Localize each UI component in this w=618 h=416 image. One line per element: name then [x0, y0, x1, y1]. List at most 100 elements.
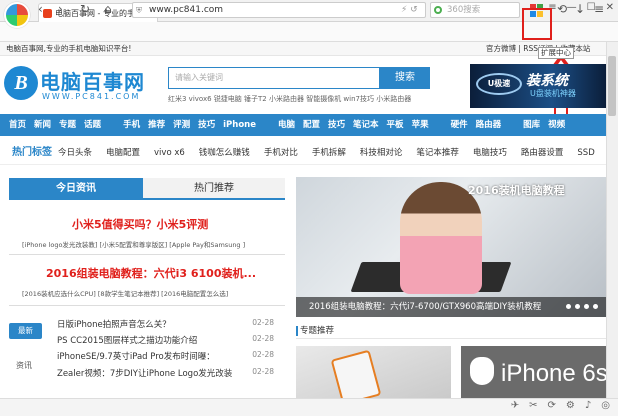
- status-settings-icon[interactable]: ⚙: [566, 400, 575, 411]
- section-title-topics: 专题推荐: [296, 325, 606, 339]
- banner-logo: U极速: [476, 73, 522, 95]
- hot-tag[interactable]: 钱咖怎么赚钱: [199, 148, 250, 158]
- carousel-dot[interactable]: [584, 304, 589, 309]
- status-pin-icon[interactable]: ✈: [511, 400, 519, 411]
- status-zoom-icon[interactable]: ◎: [601, 400, 610, 411]
- banner-subtitle: U盘装机神器: [530, 89, 576, 98]
- nav-item[interactable]: 专题: [59, 114, 76, 136]
- tab-hot-recommend[interactable]: 热门推荐: [143, 178, 285, 198]
- hot-tag[interactable]: 手机拆解: [312, 148, 346, 158]
- nav-item[interactable]: 手机: [123, 114, 140, 136]
- nav-item[interactable]: 苹果: [412, 114, 429, 136]
- phone-shape: [330, 349, 382, 406]
- nav-item[interactable]: 图库: [523, 114, 540, 136]
- news-category-label: 资讯: [16, 361, 32, 370]
- latest-badge: 最新: [9, 323, 42, 339]
- site-logo-icon[interactable]: B: [4, 66, 38, 100]
- browser-search-box[interactable]: 360搜索: [430, 2, 520, 18]
- back-icon[interactable]: ‹: [38, 2, 43, 16]
- favicon-icon: [43, 8, 52, 18]
- close-icon[interactable]: ✕: [606, 2, 614, 13]
- list-item[interactable]: PS CC2015图层样式之描边功能介绍 02-28: [57, 334, 274, 346]
- browser-menu-icon[interactable]: ≡: [594, 2, 604, 16]
- news-title: PS CC2015图层样式之描边功能介绍: [57, 336, 198, 346]
- status-sync-icon[interactable]: ⟳: [548, 400, 556, 411]
- nav-item[interactable]: 话题: [84, 114, 101, 136]
- reload-icon[interactable]: ↻: [80, 2, 90, 16]
- hot-tag[interactable]: 手机对比: [264, 148, 298, 158]
- news-title: 日版iPhone拍照声音怎么关？: [57, 320, 171, 330]
- photo-person-shape: [400, 182, 482, 294]
- status-volume-icon[interactable]: ♪: [585, 400, 591, 411]
- site-main-nav: 首页 新闻 专题 话题 手机 推荐 评测 技巧 iPhone 电脑 配置 技巧 笔记本 平板 苹果 硬件 路由器…: [0, 114, 606, 136]
- annotation-highlight-box: [522, 8, 552, 40]
- nav-item[interactable]: 评测: [173, 114, 190, 136]
- scrollbar-thumb[interactable]: [608, 56, 616, 116]
- tab-today-news[interactable]: 今日资讯: [9, 178, 143, 198]
- divider: [9, 254, 285, 255]
- hot-tag[interactable]: SSD: [577, 148, 594, 158]
- list-item[interactable]: Zealer视频：7步DIY让iPhone Logo发光改装 02-28: [57, 367, 274, 379]
- news-date: 02-28: [252, 318, 274, 327]
- nav-item[interactable]: 平板: [387, 114, 404, 136]
- nav-item[interactable]: iPhone: [223, 114, 256, 136]
- carousel-dot[interactable]: [593, 304, 598, 309]
- address-text: www.pc841.com: [149, 5, 224, 15]
- status-icons: ✈ ✂ ⟳ ⚙ ♪ ◎: [511, 400, 610, 411]
- hot-tag[interactable]: 笔记本推荐: [416, 148, 459, 158]
- apple-logo-icon: [470, 357, 494, 385]
- carousel-dots[interactable]: [566, 304, 598, 309]
- hot-tag[interactable]: 科技相对论: [360, 148, 403, 158]
- forward-icon[interactable]: ›: [58, 2, 63, 16]
- nav-item[interactable]: 笔记本: [353, 114, 379, 136]
- nav-item[interactable]: 电脑: [278, 114, 295, 136]
- site-search-button[interactable]: 搜索: [380, 67, 430, 89]
- headline-2[interactable]: 2016组装电脑教程：六代i3 6100装机...: [46, 265, 256, 281]
- nav-item[interactable]: 推荐: [148, 114, 165, 136]
- hot-search-words[interactable]: 红米3 vivox6 锐捷电脑 锤子T2 小米路由器 智能摄像机 win7技巧 …: [168, 94, 411, 104]
- status-cut-icon[interactable]: ✂: [529, 400, 537, 411]
- nav-item[interactable]: 首页: [9, 114, 26, 136]
- home-icon[interactable]: ⌂: [104, 2, 112, 16]
- carousel-dot[interactable]: [575, 304, 580, 309]
- address-actions-icon[interactable]: ⚡ ↺: [401, 3, 418, 17]
- sublinks-1[interactable]: [iPhone logo发光改装教] [小米5配置和尊享版区] [Apple P…: [22, 239, 245, 249]
- topic-thumbnail-phone[interactable]: [296, 346, 451, 406]
- hot-tag[interactable]: 路由器设置: [521, 148, 564, 158]
- hot-tag[interactable]: 电脑配置: [106, 148, 140, 158]
- divider: [9, 305, 285, 306]
- headline-1[interactable]: 小米5值得买吗？小米5评测: [72, 216, 208, 232]
- address-bar[interactable]: ⛨ www.pc841.com ⚡ ↺: [132, 2, 426, 18]
- nav-item[interactable]: 技巧: [198, 114, 215, 136]
- list-item[interactable]: iPhoneSE/9.7英寸iPad Pro发布时间曝： 02-28: [57, 350, 274, 362]
- site-top-strip: 电脑百事网,专业的手机电脑知识平台! 官方微博 | RSS订阅 | 收藏本站: [0, 42, 606, 56]
- photo-overlay-title: 2016装机电脑教程: [468, 184, 565, 197]
- news-date: 02-28: [252, 334, 274, 343]
- sublinks-2[interactable]: [2016装机应选什么CPU] [8款学生笔记本推荐] [2016电脑配置怎么选…: [22, 288, 228, 298]
- hot-tag[interactable]: 电脑技巧: [473, 148, 507, 158]
- nav-item[interactable]: 配置: [303, 114, 320, 136]
- site-search-input[interactable]: 请输入关键词: [168, 67, 380, 89]
- site-logo-title[interactable]: 电脑百事网: [40, 66, 145, 95]
- photo-caption[interactable]: 2016组装电脑教程：六代i7-6700/GTX960高端DIY装机教程: [296, 297, 606, 317]
- nav-item[interactable]: 新闻: [34, 114, 51, 136]
- shield-icon: ⛨: [136, 6, 142, 15]
- history-icon[interactable]: ⟲: [557, 2, 567, 16]
- nav-item[interactable]: 路由器: [476, 114, 502, 136]
- carousel-dot[interactable]: [566, 304, 571, 309]
- news-title: iPhoneSE/9.7英寸iPad Pro发布时间曝：: [57, 352, 215, 362]
- nav-item[interactable]: 视频: [548, 114, 565, 136]
- list-item[interactable]: 日版iPhone拍照声音怎么关？ 02-28: [57, 318, 274, 330]
- search-engine-icon: [434, 6, 442, 14]
- nav-item[interactable]: 硬件: [451, 114, 468, 136]
- banner-title: 装系统: [526, 73, 568, 89]
- site-logo-url: WWW.PC841.COM: [42, 92, 141, 101]
- download-icon[interactable]: ↓: [575, 2, 585, 16]
- nav-item[interactable]: 技巧: [328, 114, 345, 136]
- hot-tag[interactable]: vivo x6: [154, 148, 185, 158]
- news-date: 02-28: [252, 367, 274, 376]
- news-date: 02-28: [252, 350, 274, 359]
- hot-tag[interactable]: 今日头条: [58, 148, 92, 158]
- browser-logo-icon[interactable]: [4, 2, 30, 28]
- hot-tags-label: 热门标签: [12, 147, 52, 158]
